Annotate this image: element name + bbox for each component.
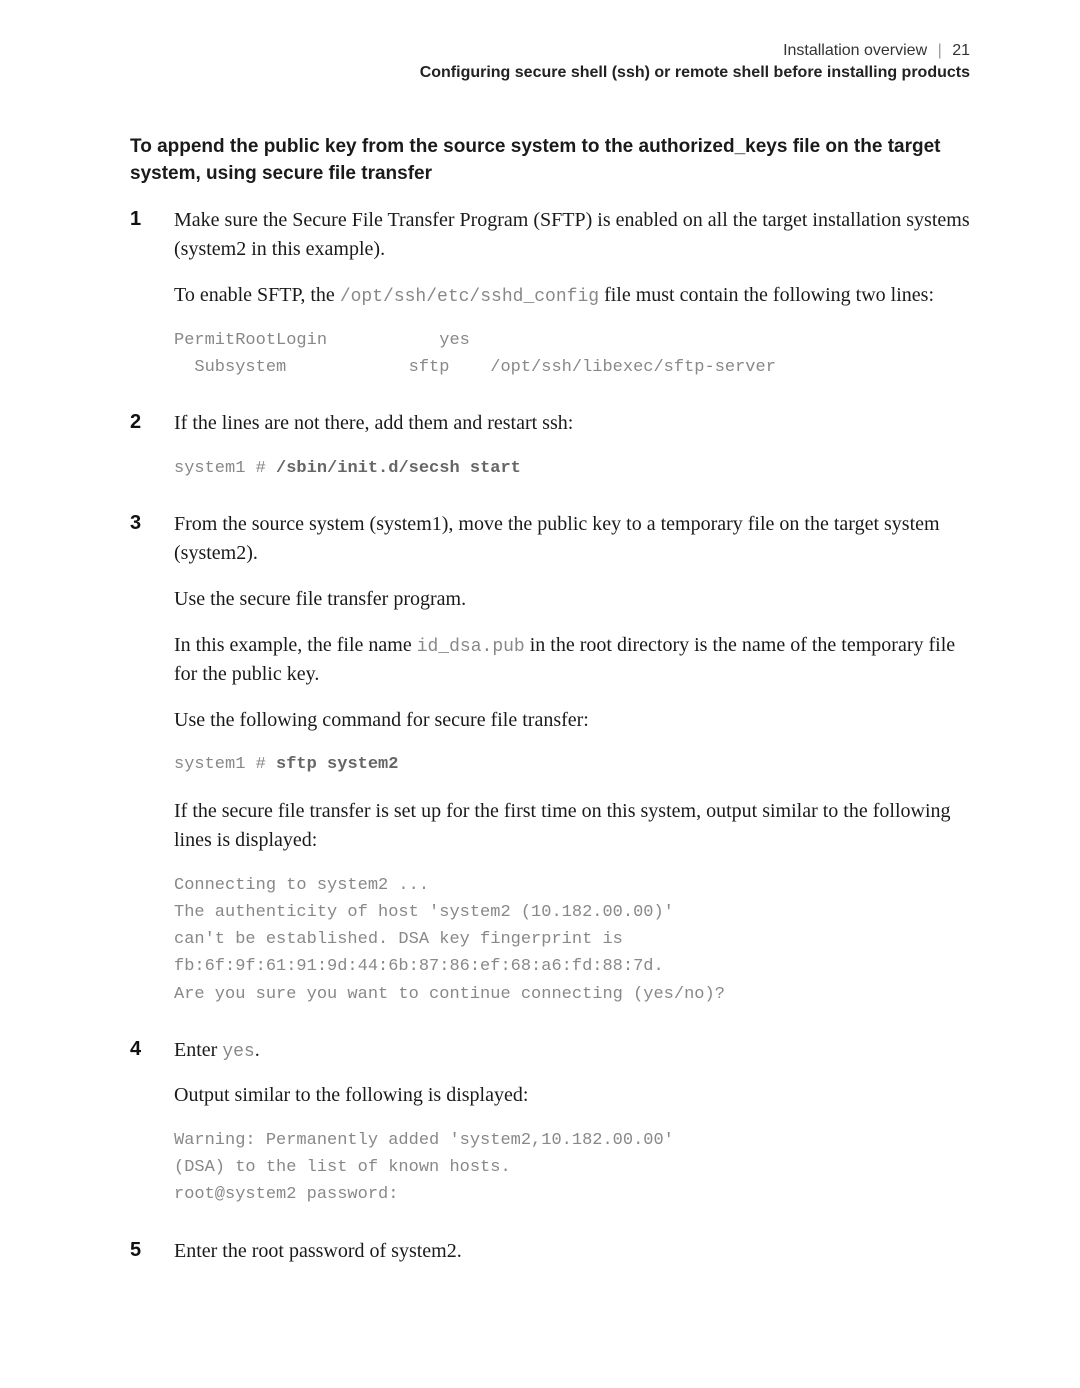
inline-code: /opt/ssh/etc/sshd_config <box>340 287 599 307</box>
procedure-title: To append the public key from the source… <box>130 133 970 188</box>
header-page-number: 21 <box>952 42 970 59</box>
step-number: 4 <box>130 1038 160 1061</box>
header-line-1: Installation overview | 21 <box>130 40 970 62</box>
code-line: Subsystem sftp /opt/ssh/libexec/sftp-ser… <box>174 354 970 381</box>
code-line: Are you sure you want to continue connec… <box>174 981 970 1008</box>
step-paragraph: Use the following command for secure fil… <box>174 706 970 736</box>
header-subsection: Configuring secure shell (ssh) or remote… <box>130 62 970 84</box>
code-line: Warning: Permanently added 'system2,10.1… <box>174 1127 970 1154</box>
code-strong: sftp system2 <box>276 755 398 774</box>
step-paragraph: Make sure the Secure File Transfer Progr… <box>174 206 970 265</box>
step-number: 2 <box>130 411 160 434</box>
header-divider: | <box>938 42 942 59</box>
step-paragraph: Enter the root password of system2. <box>174 1237 970 1267</box>
step-item: 3 From the source system (system1), move … <box>130 510 970 1008</box>
code-block: Warning: Permanently added 'system2,10.1… <box>174 1127 970 1209</box>
step-paragraph: Use the secure file transfer program. <box>174 585 970 615</box>
inline-code: id_dsa.pub <box>417 637 525 657</box>
step-item: 2 If the lines are not there, add them an… <box>130 409 970 482</box>
code-line: fb:6f:9f:61:91:9d:44:6b:87:86:ef:68:a6:f… <box>174 953 970 980</box>
step-list: 1 Make sure the Secure File Transfer Prog… <box>130 206 970 1266</box>
code-line: system1 # /sbin/init.d/secsh start <box>174 455 970 482</box>
inline-code: yes <box>222 1042 254 1062</box>
step-number: 1 <box>130 208 160 231</box>
step-number: 5 <box>130 1239 160 1262</box>
code-line: can't be established. DSA key fingerprin… <box>174 926 970 953</box>
code-strong: /sbin/init.d/secsh start <box>276 459 521 478</box>
code-line: Connecting to system2 ... <box>174 872 970 899</box>
step-item: 4 Enter yes. Output similar to the followi… <box>130 1036 970 1209</box>
step-paragraph: If the secure file transfer is set up fo… <box>174 797 970 856</box>
code-line: root@system2 password: <box>174 1181 970 1208</box>
code-line: PermitRootLogin yes <box>174 327 970 354</box>
code-block: system1 # sftp system2 <box>174 751 970 778</box>
code-block: system1 # /sbin/init.d/secsh start <box>174 455 970 482</box>
code-line: The authenticity of host 'system2 (10.18… <box>174 899 970 926</box>
code-block: PermitRootLogin yes Subsystem sftp /opt/… <box>174 327 970 381</box>
step-paragraph: From the source system (system1), move t… <box>174 510 970 569</box>
step-item: 1 Make sure the Secure File Transfer Prog… <box>130 206 970 381</box>
step-paragraph: Enter yes. <box>174 1036 970 1066</box>
code-line: (DSA) to the list of known hosts. <box>174 1154 970 1181</box>
step-paragraph: Output similar to the following is displ… <box>174 1081 970 1111</box>
step-paragraph: To enable SFTP, the /opt/ssh/etc/sshd_co… <box>174 281 970 311</box>
step-paragraph: If the lines are not there, add them and… <box>174 409 970 439</box>
page-header: Installation overview | 21 Configuring s… <box>130 40 970 85</box>
step-item: 5 Enter the root password of system2. <box>130 1237 970 1267</box>
code-block: Connecting to system2 ...The authenticit… <box>174 872 970 1008</box>
step-paragraph: In this example, the file name id_dsa.pu… <box>174 631 970 690</box>
header-section: Installation overview <box>783 42 927 59</box>
code-line: system1 # sftp system2 <box>174 751 970 778</box>
step-number: 3 <box>130 512 160 535</box>
page-container: Installation overview | 21 Configuring s… <box>0 0 1080 1334</box>
